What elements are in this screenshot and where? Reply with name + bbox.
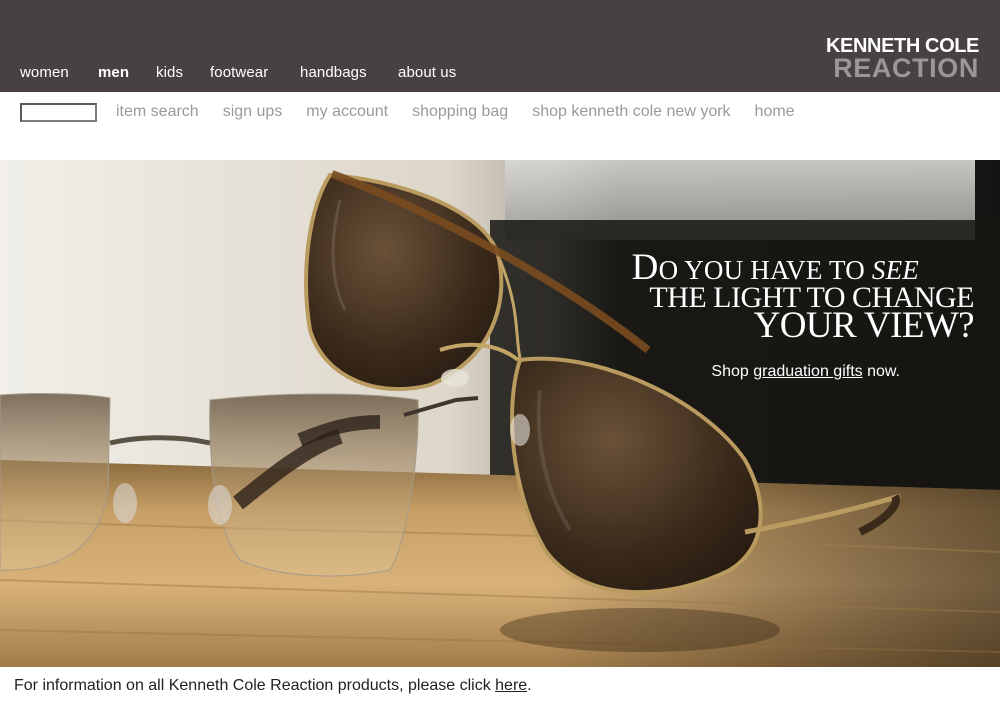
brand-logo[interactable]: KENNETH COLE REACTION bbox=[809, 36, 979, 82]
nav-footwear[interactable]: footwear bbox=[210, 64, 300, 81]
my-account-link[interactable]: my account bbox=[306, 103, 388, 121]
item-search-link[interactable]: item search bbox=[116, 103, 199, 121]
main-nav: women men kids footwear handbags about u… bbox=[20, 64, 456, 81]
top-header: women men kids footwear handbags about u… bbox=[0, 0, 1000, 92]
shop-kenneth-cole-new-york-link[interactable]: shop kenneth cole new york bbox=[532, 103, 730, 121]
home-link[interactable]: home bbox=[755, 103, 795, 121]
hero-sunglasses-photo bbox=[0, 160, 1000, 667]
nav-kids[interactable]: kids bbox=[156, 64, 210, 81]
nav-about-us[interactable]: about us bbox=[398, 64, 456, 81]
nav-women[interactable]: women bbox=[20, 64, 98, 81]
hero-shop-prefix: Shop bbox=[711, 363, 754, 380]
footer-text: For information on all Kenneth Cole Reac… bbox=[14, 677, 496, 694]
nav-men[interactable]: men bbox=[98, 64, 156, 81]
utility-links: item search sign ups my account shopping… bbox=[116, 103, 819, 121]
brand-logo-line2: REACTION bbox=[833, 53, 979, 83]
graduation-gifts-link[interactable]: graduation gifts bbox=[753, 363, 862, 380]
sign-ups-link[interactable]: sign ups bbox=[223, 103, 283, 121]
hero-headline-line3: your view? bbox=[753, 305, 975, 346]
shopping-bag-link[interactable]: shopping bag bbox=[412, 103, 508, 121]
nav-handbags[interactable]: handbags bbox=[300, 64, 398, 81]
hero-headline-line1: Do you have to see bbox=[632, 249, 974, 286]
hero-headline: Do you have to see the light to change y… bbox=[632, 249, 975, 346]
search-input[interactable] bbox=[20, 103, 97, 122]
hero-shop-suffix: now. bbox=[862, 363, 900, 380]
hero-banner[interactable]: Do you have to see the light to change y… bbox=[0, 160, 1000, 667]
hero-shop-line: Shop graduation gifts now. bbox=[711, 363, 900, 381]
footer-suffix: . bbox=[527, 677, 532, 694]
utility-nav: item search sign ups my account shopping… bbox=[0, 92, 1000, 132]
footer-here-link[interactable]: here bbox=[495, 677, 527, 694]
footer-info: For information on all Kenneth Cole Reac… bbox=[14, 677, 532, 695]
